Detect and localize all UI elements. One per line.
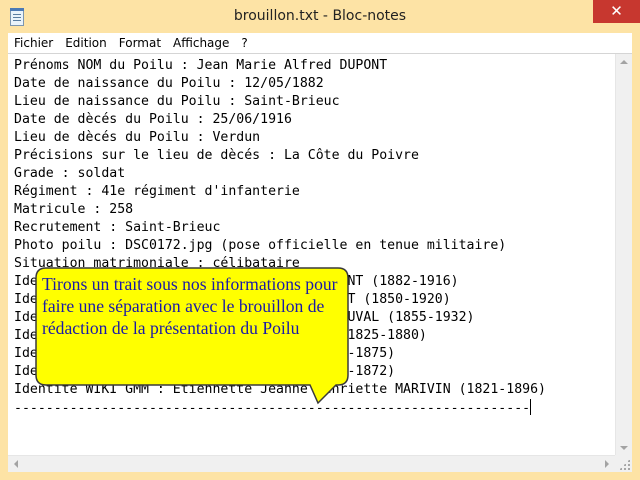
- scroll-up-icon[interactable]: [620, 60, 628, 64]
- text-caret: [530, 399, 532, 415]
- menu-help[interactable]: ?: [235, 33, 253, 53]
- text-line: Précisions sur le lieu de dècés : La Côt…: [14, 148, 419, 163]
- separator-line: ----------------------------------------…: [14, 399, 615, 417]
- text-line: Lieu de naissance du Poilu : Saint-Brieu…: [14, 94, 340, 109]
- menu-edition[interactable]: Edition: [59, 33, 113, 53]
- menu-affichage[interactable]: Affichage: [167, 33, 235, 53]
- close-icon: ✕: [610, 2, 623, 20]
- text-line: Identité WIKI GMM : Anne Marie CANAL (18…: [14, 346, 396, 361]
- text-editor[interactable]: Prénoms NOM du Poilu : Jean Marie Alfred…: [8, 53, 632, 472]
- menu-format[interactable]: Format: [113, 33, 167, 53]
- horizontal-scrollbar[interactable]: [8, 455, 615, 472]
- text-line: Lieu de dècés du Poilu : Verdun: [14, 130, 261, 145]
- text-line: Identité WIKI GMM : Jean Marie Alfred DU…: [14, 274, 459, 289]
- separator-text: ----------------------------------------…: [14, 401, 531, 416]
- resize-grip-icon: [619, 459, 630, 470]
- window-title: brouillon.txt - Bloc-notes: [233, 8, 407, 24]
- close-button[interactable]: ✕: [593, 0, 640, 23]
- text-line: Photo poilu : DSC0172.jpg (pose officiel…: [14, 238, 507, 253]
- scroll-right-icon[interactable]: [605, 460, 609, 468]
- text-line: Régiment : 41e régiment d'infanterie: [14, 184, 300, 199]
- notepad-window: brouillon.txt - Bloc-notes ✕ Fichier Edi…: [0, 0, 640, 480]
- menu-bar: Fichier Edition Format Affichage ?: [8, 33, 632, 53]
- text-line: Matricule : 258: [14, 202, 134, 217]
- text-line: Prénoms NOM du Poilu : Jean Marie Alfred…: [14, 58, 388, 73]
- text-line: Identité WIKI GMM : Jean Louis DUVAL (18…: [14, 364, 396, 379]
- text-line: Situation matrimoniale : célibataire: [14, 256, 300, 271]
- vertical-scrollbar[interactable]: [615, 54, 632, 456]
- menu-fichier[interactable]: Fichier: [8, 33, 59, 53]
- text-line: Date de dècés du Poilu : 25/06/1916: [14, 112, 292, 127]
- scroll-down-icon[interactable]: [620, 446, 628, 450]
- text-line: Grade : soldat: [14, 166, 126, 181]
- scroll-left-icon[interactable]: [14, 460, 18, 468]
- resize-grip[interactable]: [615, 455, 632, 472]
- text-line: Identité WIKI GMM : Jacques Marie DUPONT…: [14, 328, 427, 343]
- text-line: Date de naissance du Poilu : 12/05/1882: [14, 76, 324, 91]
- text-line: Recrutement : Saint-Brieuc: [14, 220, 221, 235]
- text-line: Identité WIKI GMM : Etiennette Jeanne He…: [14, 382, 546, 397]
- title-bar[interactable]: brouillon.txt - Bloc-notes ✕: [0, 0, 640, 34]
- text-area[interactable]: Prénoms NOM du Poilu : Jean Marie Alfred…: [8, 54, 615, 456]
- text-line: Identité WIKI GMM : Marie Anne Françoise…: [14, 310, 475, 325]
- text-line: Identité WIKI GMM : Jean Marie Louis DUP…: [14, 292, 451, 307]
